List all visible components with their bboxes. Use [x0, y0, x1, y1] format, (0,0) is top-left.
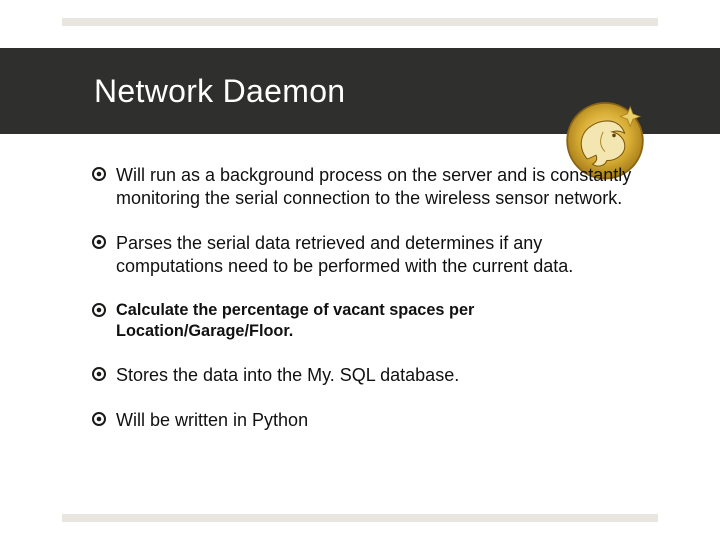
list-item: Will run as a background process on the …: [92, 164, 650, 210]
bullet-list: Will run as a background process on the …: [92, 164, 650, 454]
bullet-icon: [92, 412, 106, 426]
list-item: Calculate the percentage of vacant space…: [92, 300, 650, 342]
bullet-icon: [92, 235, 106, 249]
list-item: Parses the serial data retrieved and det…: [92, 232, 650, 278]
title-bar: Network Daemon: [0, 48, 720, 134]
bullet-icon: [92, 303, 106, 317]
list-item: Stores the data into the My. SQL databas…: [92, 364, 650, 387]
bullet-icon: [92, 367, 106, 381]
list-item-text: Will be written in Python: [116, 409, 650, 432]
bottom-divider: [62, 514, 658, 522]
list-item-text: Parses the serial data retrieved and det…: [116, 232, 650, 278]
bullet-icon: [92, 167, 106, 181]
slide: Network Daemon: [0, 0, 720, 540]
top-divider: [62, 18, 658, 26]
list-item: Will be written in Python: [92, 409, 650, 432]
list-item-text: Stores the data into the My. SQL databas…: [116, 364, 650, 387]
list-item-text: Calculate the percentage of vacant space…: [116, 300, 650, 342]
list-item-text: Will run as a background process on the …: [116, 164, 650, 210]
slide-title: Network Daemon: [94, 73, 345, 110]
